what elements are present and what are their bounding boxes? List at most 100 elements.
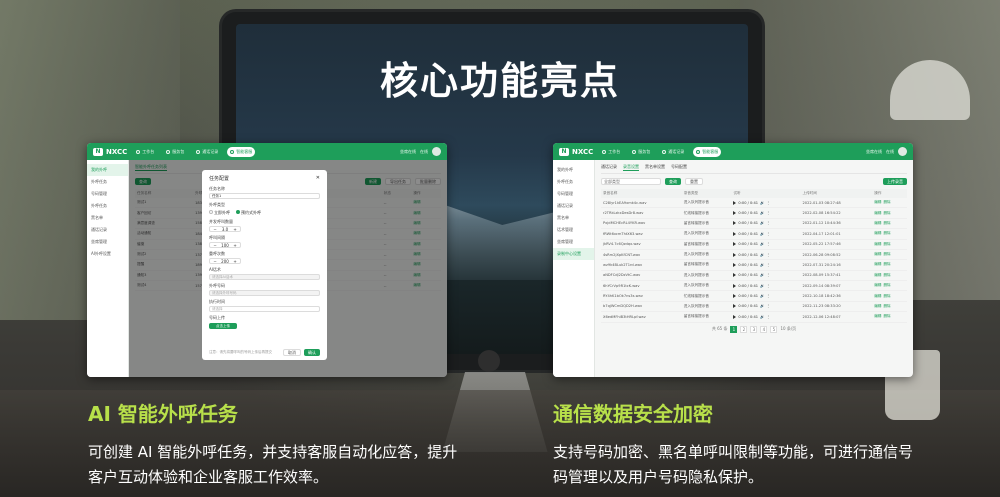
interval-stepper[interactable]: −100 + — [209, 242, 241, 248]
edit-link[interactable]: 编辑 — [874, 283, 881, 287]
search-button[interactable]: 查询 — [665, 178, 681, 185]
volume-icon[interactable]: 🔊 — [760, 273, 764, 277]
audio-player[interactable]: 0:00 / 0:41 🔊 ⋮ — [733, 283, 798, 288]
volume-icon[interactable]: 🔊 — [760, 221, 764, 225]
tab[interactable]: 通话记录 — [601, 164, 617, 171]
plus-icon[interactable]: + — [230, 243, 240, 248]
nav-tab-service[interactable]: 服务包 — [163, 147, 187, 157]
online-status[interactable]: 在线 — [420, 149, 428, 155]
sidebar-item[interactable]: 黑名单 — [87, 212, 128, 224]
sidebar-item[interactable]: 号码管理 — [553, 188, 594, 200]
play-icon[interactable] — [733, 242, 737, 247]
volume-icon[interactable]: 🔊 — [760, 284, 764, 288]
sidebar-item[interactable]: 话术管理 — [553, 224, 594, 236]
more-icon[interactable]: ⋮ — [766, 294, 770, 298]
volume-icon[interactable]: 🔊 — [760, 201, 764, 205]
page-button[interactable]: 5 — [770, 325, 778, 333]
edit-link[interactable]: 编辑 — [874, 304, 881, 308]
more-icon[interactable]: ⋮ — [766, 273, 770, 277]
caller-number-select[interactable]: 请选择外呼号码 — [209, 290, 320, 296]
sidebar-item[interactable]: 号码管理 — [87, 188, 128, 200]
audio-player[interactable]: 0:00 / 0:41 🔊 ⋮ — [733, 273, 798, 278]
sidebar-item[interactable]: 我的外呼 — [87, 164, 128, 176]
cancel-button[interactable]: 取消 — [283, 349, 301, 356]
edit-link[interactable]: 编辑 — [874, 221, 881, 225]
play-icon[interactable] — [733, 273, 737, 278]
sidebar-item[interactable]: 外呼任务 — [87, 200, 128, 212]
play-icon[interactable] — [733, 283, 737, 288]
ai-script-select[interactable]: 请选择AI话术 — [209, 274, 320, 280]
sidebar-item[interactable]: 通话记录 — [553, 200, 594, 212]
sidebar-item[interactable]: AI外呼设置 — [87, 248, 128, 260]
confirm-button[interactable]: 确认 — [304, 349, 320, 356]
nav-tab-service[interactable]: 服务包 — [629, 147, 653, 157]
page-button[interactable]: 4 — [760, 325, 768, 333]
volume-icon[interactable]: 🔊 — [760, 263, 764, 267]
audio-player[interactable]: 0:00 / 0:41 🔊 ⋮ — [733, 231, 798, 236]
minus-icon[interactable]: − — [210, 227, 220, 232]
sidebar-item[interactable]: 坐席管理 — [553, 236, 594, 248]
upload-button[interactable]: 点击上传 — [209, 323, 237, 329]
task-name-input[interactable]: 任务1 — [209, 193, 320, 199]
agent-status[interactable]: 坐席在线 — [866, 149, 882, 155]
more-icon[interactable]: ⋮ — [766, 253, 770, 257]
play-icon[interactable] — [733, 231, 737, 236]
edit-link[interactable]: 编辑 — [874, 200, 881, 204]
volume-icon[interactable]: 🔊 — [760, 304, 764, 308]
sidebar-item[interactable]: 坐席管理 — [87, 236, 128, 248]
tab-active[interactable]: 录音设置 — [623, 164, 639, 171]
delete-link[interactable]: 删除 — [883, 294, 890, 298]
play-icon[interactable] — [733, 200, 737, 205]
play-icon[interactable] — [733, 294, 737, 299]
delete-link[interactable]: 删除 — [883, 242, 890, 246]
delete-link[interactable]: 删除 — [883, 221, 890, 225]
audio-player[interactable]: 0:00 / 0:41 🔊 ⋮ — [733, 252, 798, 257]
retry-stepper[interactable]: −200 + — [209, 258, 241, 264]
more-icon[interactable]: ⋮ — [766, 304, 770, 308]
sidebar-item[interactable]: 通话记录 — [87, 224, 128, 236]
page-size-select[interactable]: 10 条/页 — [780, 326, 796, 332]
more-icon[interactable]: ⋮ — [766, 315, 770, 319]
delete-link[interactable]: 删除 — [883, 283, 890, 287]
play-icon[interactable] — [733, 252, 737, 257]
plus-icon[interactable]: + — [230, 227, 240, 232]
edit-link[interactable]: 编辑 — [874, 262, 881, 266]
delete-link[interactable]: 删除 — [883, 200, 890, 204]
nav-tab-ai-service[interactable]: 智能客服 — [227, 146, 256, 157]
page-button[interactable]: 3 — [750, 325, 758, 333]
volume-icon[interactable]: 🔊 — [760, 232, 764, 236]
volume-icon[interactable]: 🔊 — [760, 253, 764, 257]
delete-link[interactable]: 删除 — [883, 231, 890, 235]
upload-recording-button[interactable]: 上传录音 — [883, 178, 907, 185]
volume-icon[interactable]: 🔊 — [760, 211, 764, 215]
delete-link[interactable]: 删除 — [883, 273, 890, 277]
time-select[interactable]: 请选择 — [209, 306, 320, 312]
edit-link[interactable]: 编辑 — [874, 242, 881, 246]
close-icon[interactable]: ✕ — [316, 175, 320, 182]
plus-icon[interactable]: + — [230, 259, 240, 264]
edit-link[interactable]: 编辑 — [874, 231, 881, 235]
volume-icon[interactable]: 🔊 — [760, 315, 764, 319]
edit-link[interactable]: 编辑 — [874, 294, 881, 298]
sidebar-item[interactable]: 外呼任务 — [553, 176, 594, 188]
sidebar-item[interactable]: 黑名单 — [553, 212, 594, 224]
audio-player[interactable]: 0:00 / 0:41 🔊 ⋮ — [733, 221, 798, 226]
play-icon[interactable] — [733, 314, 737, 319]
volume-icon[interactable]: 🔊 — [760, 294, 764, 298]
page-button[interactable]: 1 — [730, 325, 738, 333]
audio-player[interactable]: 0:00 / 0:41 🔊 ⋮ — [733, 242, 798, 247]
minus-icon[interactable]: − — [210, 243, 220, 248]
nav-tab-workbench[interactable]: 工作台 — [599, 147, 623, 157]
agent-status[interactable]: 坐席在线 — [400, 149, 416, 155]
avatar[interactable] — [898, 147, 907, 156]
sidebar-item[interactable]: 外呼任务 — [87, 176, 128, 188]
audio-player[interactable]: 0:00 / 0:41 🔊 ⋮ — [733, 304, 798, 309]
audio-player[interactable]: 0:00 / 0:41 🔊 ⋮ — [733, 294, 798, 299]
tab[interactable]: 号码配置 — [671, 164, 687, 171]
play-icon[interactable] — [733, 304, 737, 309]
more-icon[interactable]: ⋮ — [766, 201, 770, 205]
more-icon[interactable]: ⋮ — [766, 242, 770, 246]
edit-link[interactable]: 编辑 — [874, 211, 881, 215]
audio-player[interactable]: 0:00 / 0:41 🔊 ⋮ — [733, 211, 798, 216]
delete-link[interactable]: 删除 — [883, 314, 890, 318]
